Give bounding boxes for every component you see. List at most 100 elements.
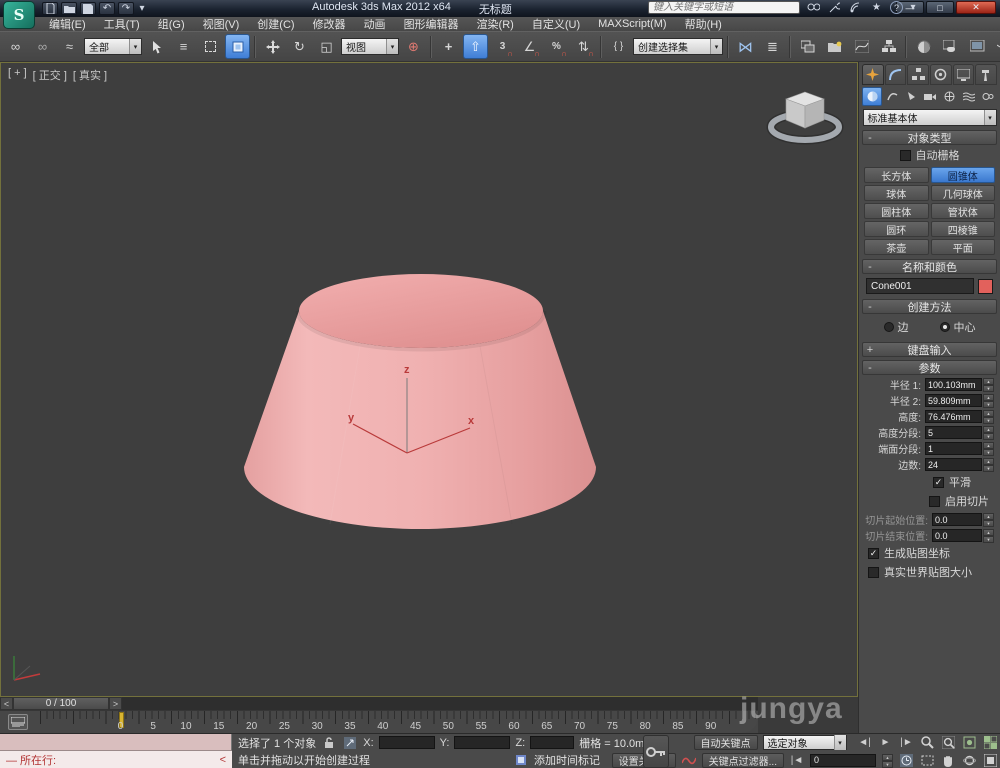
enable-slice-checkbox[interactable]	[929, 496, 940, 507]
menu-item-6[interactable]: 动画	[355, 16, 395, 32]
tab-utilities[interactable]	[975, 64, 997, 85]
time-slider-handle[interactable]: 0 / 100	[13, 697, 109, 710]
menu-item-9[interactable]: 自定义(U)	[523, 16, 589, 32]
help-icon[interactable]: ?	[890, 1, 903, 14]
zoom-region-button[interactable]	[919, 753, 935, 768]
open-file-icon[interactable]	[61, 2, 77, 15]
height-spinner[interactable]: ▲▼	[983, 410, 994, 423]
radio-center[interactable]: 中心	[940, 319, 976, 335]
radius2-spinner[interactable]: ▲▼	[983, 394, 994, 407]
redo-button[interactable]: ↷	[118, 2, 134, 15]
key-filters-button[interactable]: 关键点过滤器...	[702, 753, 784, 768]
add-time-tag-icon[interactable]	[513, 753, 529, 768]
tab-hierarchy[interactable]	[907, 64, 929, 85]
add-time-tag-label[interactable]: 添加时间标记	[534, 752, 600, 768]
smooth-checkbox[interactable]: ✓	[933, 477, 944, 488]
y-coord-field[interactable]	[454, 736, 510, 749]
window-crossing-toggle-icon[interactable]	[225, 34, 250, 59]
reference-coordinate-dropdown[interactable]: 视图 ▾	[341, 38, 399, 55]
scene-explorer-icon[interactable]	[822, 34, 847, 59]
viewport-label[interactable]: [ + ] [ 正交 ] [ 真实 ]	[8, 67, 107, 83]
menu-item-1[interactable]: 工具(T)	[95, 16, 149, 32]
autogrid-checkbox[interactable]	[900, 150, 911, 161]
material-editor-icon[interactable]	[911, 34, 936, 59]
button-tube[interactable]: 管状体	[931, 203, 996, 219]
application-menu-button[interactable]: S	[3, 1, 35, 29]
sides-spinner[interactable]: ▲▼	[983, 458, 994, 471]
category-space-warps[interactable]	[960, 87, 978, 106]
pan-hand-button[interactable]	[940, 753, 956, 768]
category-lights[interactable]	[902, 87, 920, 106]
save-file-icon[interactable]	[80, 2, 96, 15]
edit-named-selection-sets-icon[interactable]: { }	[606, 34, 631, 59]
qat-dropdown-icon[interactable]: ▾	[137, 2, 147, 15]
rendered-frame-window-icon[interactable]	[965, 34, 990, 59]
button-plane[interactable]: 平面	[931, 239, 996, 255]
menu-item-8[interactable]: 渲染(R)	[468, 16, 523, 32]
selected-filter-dropdown[interactable]: 选定对象 ▾	[763, 735, 847, 750]
next-key-button[interactable]: |►	[899, 735, 915, 750]
slice-from-spinner[interactable]: ▲▼	[983, 513, 994, 526]
rollout-parameters[interactable]: - 参数	[862, 360, 997, 375]
selection-filter-dropdown[interactable]: 全部 ▾	[84, 38, 142, 55]
height-segments-field[interactable]: 5	[925, 426, 982, 439]
time-slider[interactable]: < 0 / 100 >	[0, 697, 760, 710]
button-pyramid[interactable]: 四棱锥	[931, 221, 996, 237]
undo-button[interactable]: ↶	[99, 2, 115, 15]
height-segments-spinner[interactable]: ▲▼	[983, 426, 994, 439]
maximize-viewport-toggle[interactable]	[982, 753, 998, 768]
menu-item-10[interactable]: MAXScript(M)	[589, 18, 675, 30]
previous-frame-arrow[interactable]: <	[0, 697, 13, 710]
time-configuration-button[interactable]	[898, 753, 914, 768]
x-coord-field[interactable]	[379, 736, 435, 749]
render-setup-icon[interactable]	[938, 34, 963, 59]
radius1-field[interactable]: 100.103mm	[925, 378, 982, 391]
viewcube[interactable]	[764, 84, 846, 146]
subcategory-dropdown[interactable]: 标准基本体 ▾	[863, 109, 997, 126]
go-to-start-button[interactable]: |◄	[789, 753, 805, 768]
menu-item-2[interactable]: 组(G)	[149, 16, 194, 32]
rollout-creation-method[interactable]: - 创建方法	[862, 299, 997, 314]
cone-object[interactable]: z y x	[0, 62, 858, 697]
object-name-field[interactable]: Cone001	[866, 278, 974, 294]
viewport-menu-general[interactable]: [ + ]	[8, 67, 27, 83]
category-cameras[interactable]	[921, 87, 939, 106]
dropdown-arrow-icon[interactable]: ▾	[984, 110, 996, 125]
selection-lock-icon[interactable]	[321, 735, 337, 750]
align-icon[interactable]: ≣	[760, 34, 785, 59]
sides-field[interactable]: 24	[925, 458, 982, 471]
tab-motion[interactable]	[930, 64, 952, 85]
zoom-button[interactable]	[920, 735, 936, 750]
orbit-button[interactable]	[961, 753, 977, 768]
category-systems[interactable]	[979, 87, 997, 106]
menu-item-5[interactable]: 修改器	[304, 16, 355, 32]
dropdown-arrow-icon[interactable]: ▾	[710, 39, 722, 54]
search-icon[interactable]	[806, 1, 821, 14]
new-scene-icon[interactable]	[42, 2, 58, 15]
spinner-snap-toggle-icon[interactable]: ⇅∩	[571, 34, 596, 59]
select-and-manipulate-icon[interactable]: +	[436, 34, 461, 59]
tab-modify[interactable]	[885, 64, 907, 85]
use-pivot-point-icon[interactable]: ⊕	[401, 34, 426, 59]
absolute-relative-transform-icon[interactable]	[342, 735, 358, 750]
category-geometry[interactable]	[862, 87, 882, 106]
category-helpers[interactable]	[941, 87, 959, 106]
radius1-spinner[interactable]: ▲▼	[983, 378, 994, 391]
zoom-extents-button[interactable]	[962, 735, 978, 750]
maxscript-mini-listener[interactable]: — 所在行: <	[0, 751, 232, 768]
slice-to-spinner[interactable]: ▲▼	[983, 529, 994, 542]
category-shapes[interactable]	[883, 87, 901, 106]
close-button[interactable]: ✕	[956, 1, 996, 14]
next-frame-arrow[interactable]: >	[109, 697, 122, 710]
select-and-move-icon[interactable]	[260, 34, 285, 59]
cap-segments-spinner[interactable]: ▲▼	[983, 442, 994, 455]
zoom-all-button[interactable]	[941, 735, 957, 750]
maxscript-macro-recorder[interactable]	[0, 734, 232, 751]
manage-layers-icon[interactable]	[795, 34, 820, 59]
dropdown-arrow-icon[interactable]: ▾	[834, 735, 846, 750]
toggle-set-key-mode-button[interactable]	[643, 735, 669, 768]
z-coord-field[interactable]	[530, 736, 574, 749]
button-geosphere[interactable]: 几何球体	[931, 185, 996, 201]
cap-segments-field[interactable]: 1	[925, 442, 982, 455]
unlink-selection-icon[interactable]: ∞	[30, 34, 55, 59]
